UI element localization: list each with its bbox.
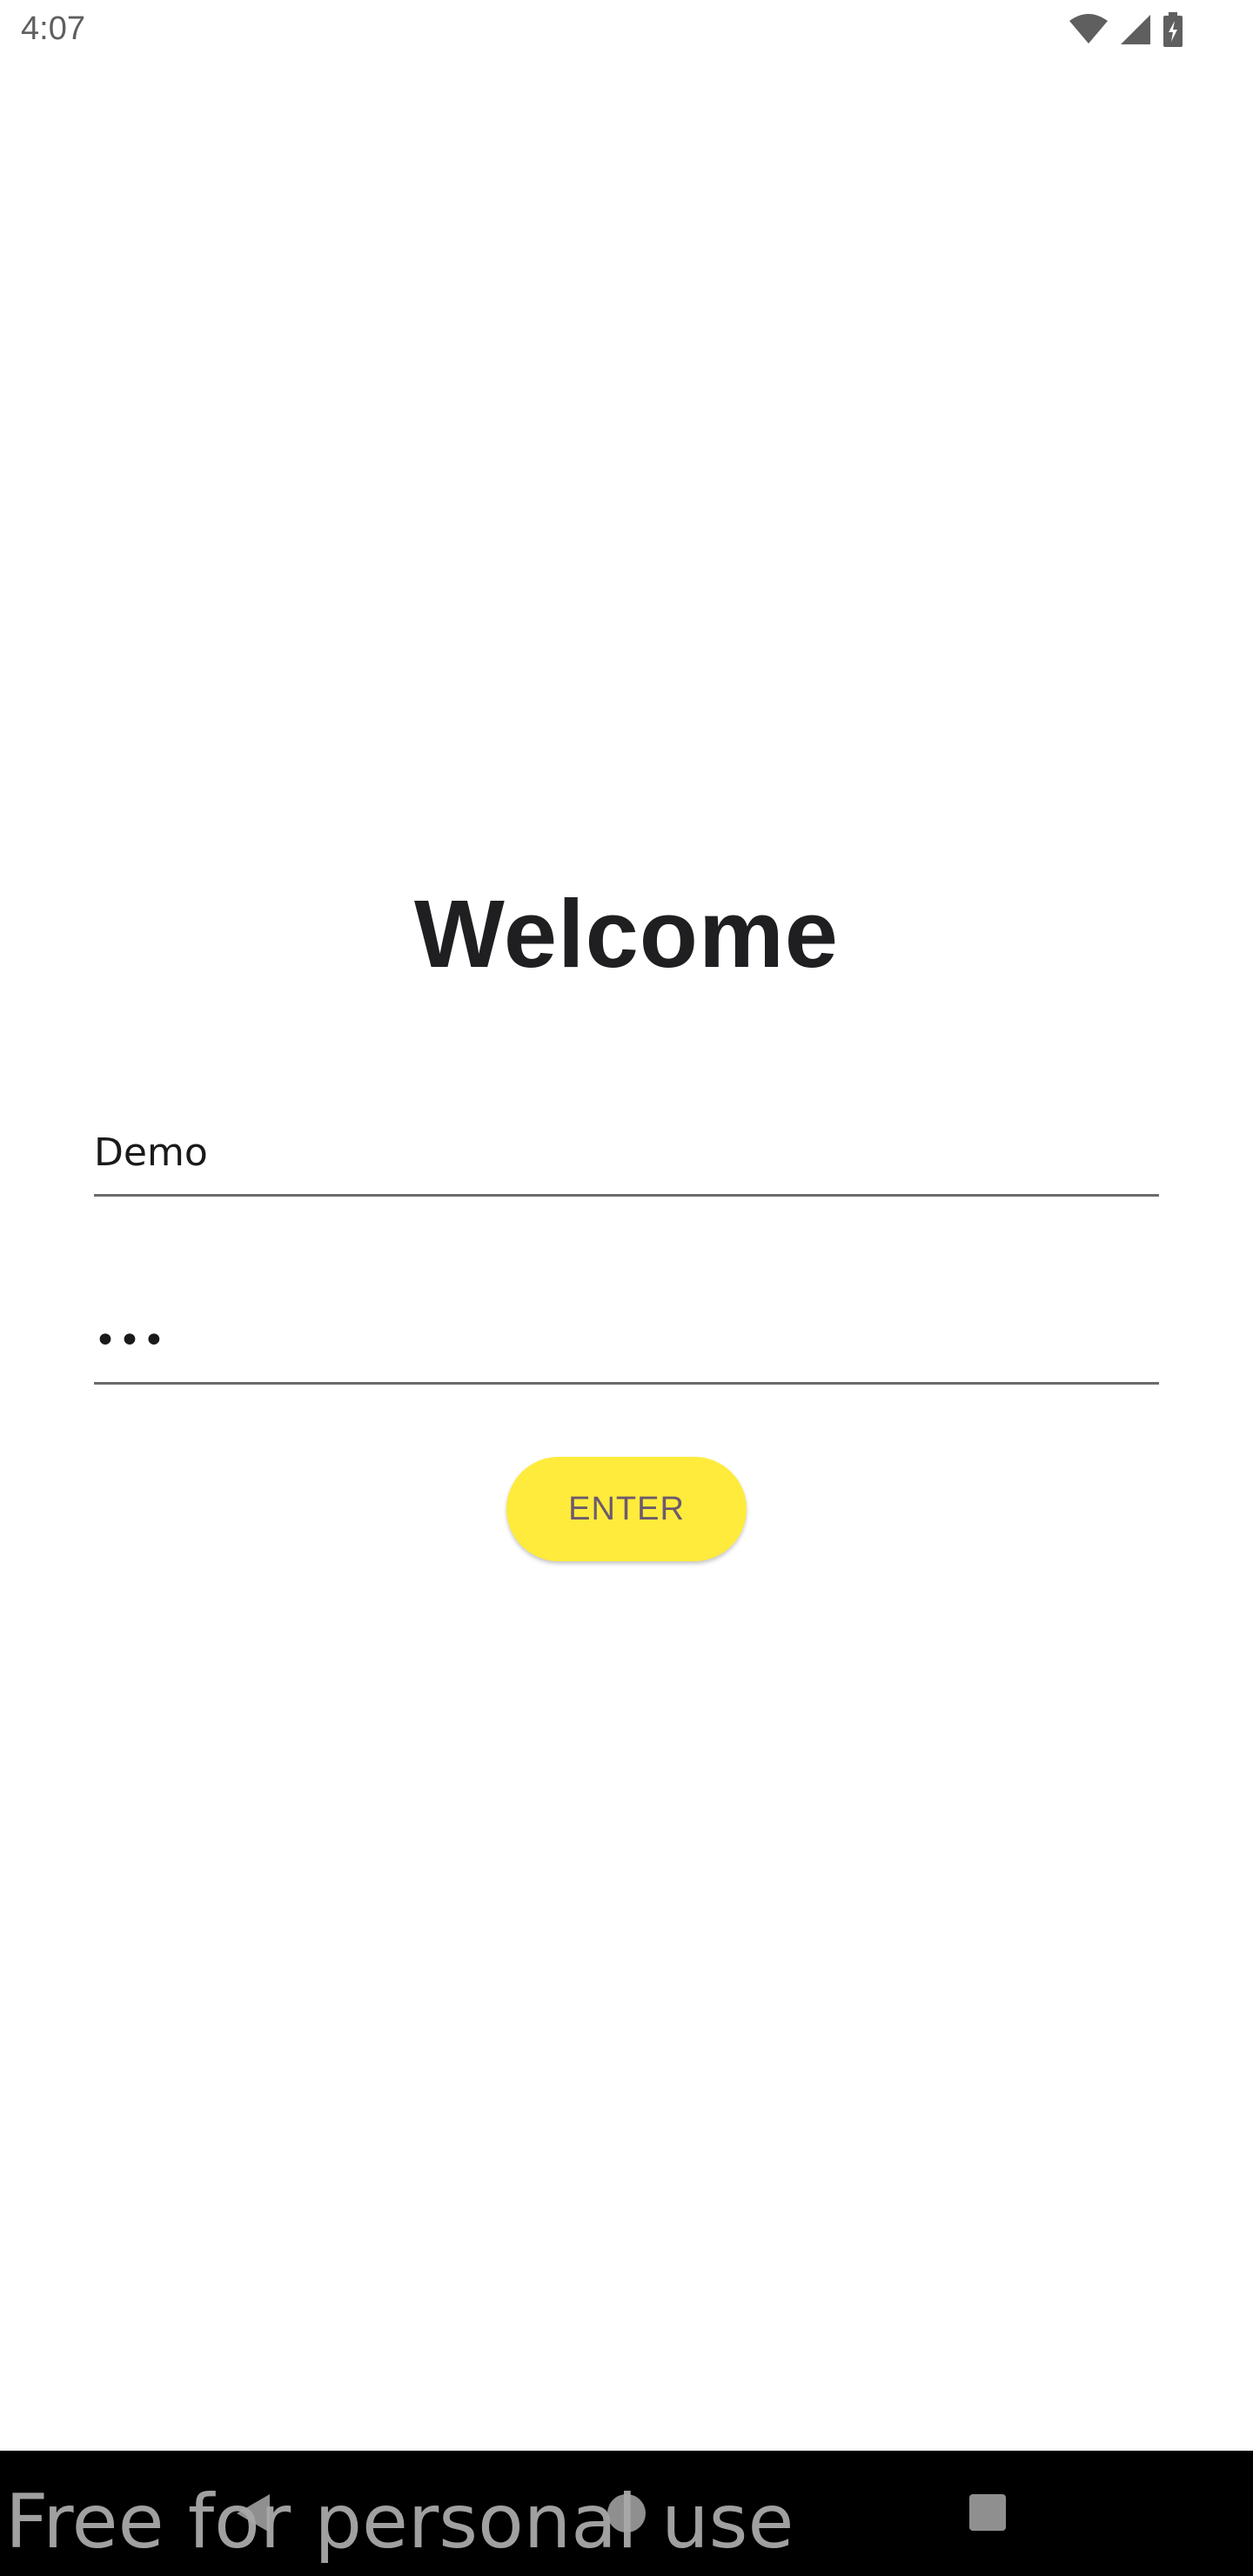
status-bar: 4:07 — [0, 0, 1253, 63]
recents-icon[interactable] — [969, 2494, 1006, 2531]
watermark-text: Free for personal use — [5, 2479, 794, 2566]
page-title: Welcome — [414, 881, 839, 988]
password-input[interactable] — [94, 1318, 1159, 1363]
battery-charging-icon — [1163, 12, 1183, 47]
password-field[interactable] — [94, 1286, 1159, 1385]
status-time: 4:07 — [21, 10, 85, 47]
username-field[interactable] — [94, 1098, 1159, 1197]
cell-signal-icon — [1119, 13, 1152, 46]
login-screen: 4:07 Welcome Demo ••• ENTER Free for per… — [0, 0, 1253, 2576]
wifi-icon — [1069, 14, 1109, 45]
status-icons — [1069, 12, 1183, 47]
username-input[interactable] — [94, 1130, 1159, 1175]
enter-button[interactable]: ENTER — [506, 1457, 747, 1561]
